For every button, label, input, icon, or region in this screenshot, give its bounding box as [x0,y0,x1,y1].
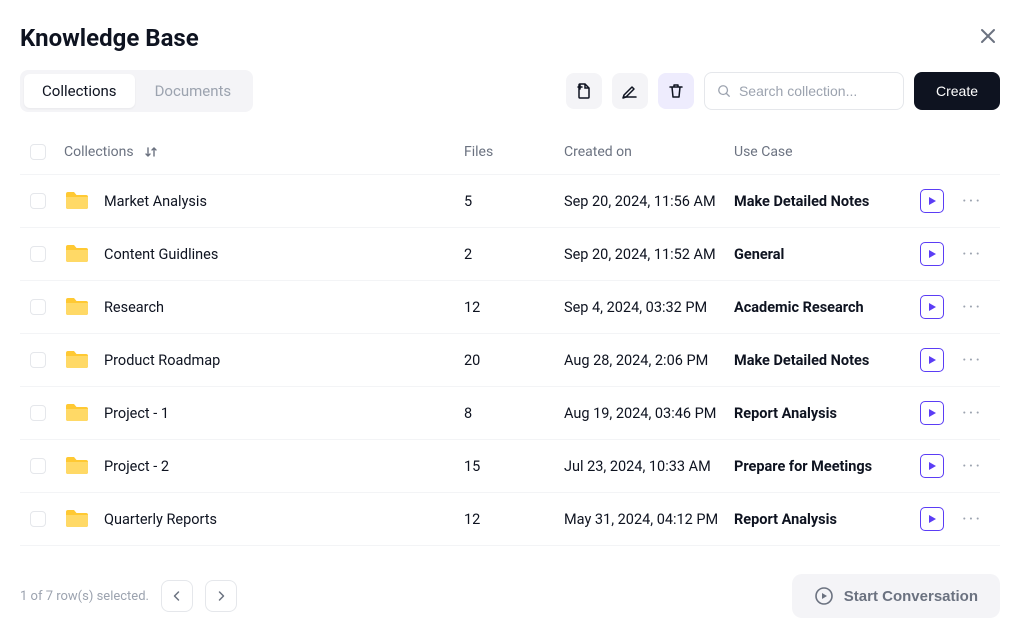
created-on: Sep 20, 2024, 11:56 AM [564,193,734,210]
add-document-button[interactable] [566,73,602,109]
collection-name: Content Guidlines [104,246,218,263]
row-checkbox[interactable] [30,458,46,474]
trash-icon [667,82,685,100]
play-button[interactable] [920,454,944,478]
files-count: 2 [464,246,564,263]
use-case: Prepare for Meetings [734,458,910,475]
sort-icon[interactable] [144,145,158,159]
collection-name: Quarterly Reports [104,511,217,528]
use-case: Make Detailed Notes [734,352,910,369]
search-icon [717,83,731,99]
search-input[interactable] [739,83,891,99]
create-button[interactable]: Create [914,72,1000,110]
start-conversation-label: Start Conversation [844,588,978,605]
play-button[interactable] [920,401,944,425]
collection-name: Research [104,299,164,316]
use-case: Academic Research [734,299,910,316]
row-checkbox[interactable] [30,352,46,368]
files-count: 12 [464,299,564,316]
row-checkbox[interactable] [30,405,46,421]
created-on: May 31, 2024, 04:12 PM [564,511,734,528]
edit-button[interactable] [612,73,648,109]
column-collections[interactable]: Collections [64,144,134,160]
pencil-icon [621,82,639,100]
table-row[interactable]: Research 12Sep 4, 2024, 03:32 PMAcademic … [20,281,1000,334]
next-page-button[interactable] [205,580,237,612]
play-button[interactable] [920,348,944,372]
created-on: Sep 20, 2024, 11:52 AM [564,246,734,263]
table-row[interactable]: Project - 2 15Jul 23, 2024, 10:33 AMPrepa… [20,440,1000,493]
table-row[interactable]: Content Guidlines 2Sep 20, 2024, 11:52 AM… [20,228,1000,281]
row-checkbox[interactable] [30,511,46,527]
folder-icon [64,508,90,530]
use-case: Report Analysis [734,511,910,528]
table-row[interactable]: Project - 1 8Aug 19, 2024, 03:46 PMReport… [20,387,1000,440]
page-title: Knowledge Base [20,24,199,52]
created-on: Jul 23, 2024, 10:33 AM [564,458,734,475]
more-menu-button[interactable]: ··· [954,456,990,477]
folder-icon [64,455,90,477]
play-button[interactable] [920,507,944,531]
table-row[interactable]: Product Roadmap 20Aug 28, 2024, 2:06 PMMa… [20,334,1000,387]
files-count: 20 [464,352,564,369]
row-checkbox[interactable] [30,246,46,262]
table-row[interactable]: Quarterly Reports 12May 31, 2024, 04:12 P… [20,493,1000,546]
column-files: Files [464,144,564,160]
selection-status: 1 of 7 row(s) selected. [20,589,149,604]
collection-name: Market Analysis [104,193,207,210]
delete-button[interactable] [658,73,694,109]
files-count: 8 [464,405,564,422]
more-menu-button[interactable]: ··· [954,350,990,371]
folder-icon [64,402,90,424]
search-input-wrapper[interactable] [704,72,904,110]
folder-icon [64,243,90,265]
table-row[interactable]: Market Analysis 5Sep 20, 2024, 11:56 AMMa… [20,175,1000,228]
more-menu-button[interactable]: ··· [954,191,990,212]
collection-name: Product Roadmap [104,352,220,369]
select-all-checkbox[interactable] [30,144,46,160]
more-menu-button[interactable]: ··· [954,509,990,530]
close-icon [980,28,996,44]
play-button[interactable] [920,189,944,213]
column-use-case: Use Case [734,144,910,160]
tab-documents[interactable]: Documents [137,74,250,108]
more-menu-button[interactable]: ··· [954,244,990,265]
files-count: 12 [464,511,564,528]
collection-name: Project - 2 [104,458,169,475]
row-checkbox[interactable] [30,299,46,315]
chevron-right-icon [215,590,227,602]
close-button[interactable] [976,24,1000,48]
collections-table: Collections Files Created on Use Case Ma… [20,136,1000,546]
folder-icon [64,296,90,318]
collection-name: Project - 1 [104,405,169,422]
column-created-on: Created on [564,144,734,160]
created-on: Sep 4, 2024, 03:32 PM [564,299,734,316]
folder-icon [64,190,90,212]
tabs: Collections Documents [20,70,253,112]
created-on: Aug 19, 2024, 03:46 PM [564,405,734,422]
more-menu-button[interactable]: ··· [954,297,990,318]
created-on: Aug 28, 2024, 2:06 PM [564,352,734,369]
chevron-left-icon [171,590,183,602]
tab-collections[interactable]: Collections [24,74,135,108]
folder-icon [64,349,90,371]
play-button[interactable] [920,295,944,319]
use-case: General [734,246,910,263]
use-case: Report Analysis [734,405,910,422]
files-count: 15 [464,458,564,475]
play-circle-icon [814,586,834,606]
use-case: Make Detailed Notes [734,193,910,210]
play-button[interactable] [920,242,944,266]
files-count: 5 [464,193,564,210]
row-checkbox[interactable] [30,193,46,209]
prev-page-button[interactable] [161,580,193,612]
start-conversation-button[interactable]: Start Conversation [792,574,1000,618]
more-menu-button[interactable]: ··· [954,403,990,424]
file-plus-icon [575,82,593,100]
